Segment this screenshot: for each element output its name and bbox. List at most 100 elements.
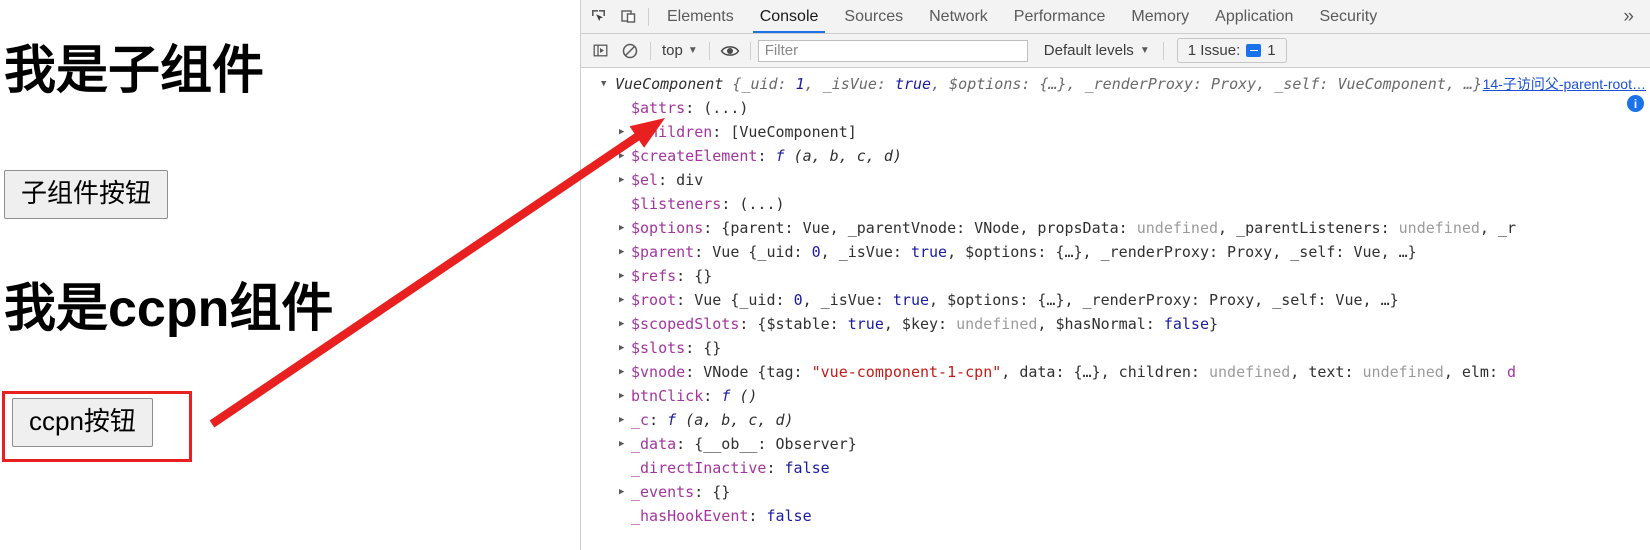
console-property-line[interactable]: ▶ _c: f (a, b, c, d) xyxy=(581,408,1650,432)
disclosure-triangle-icon[interactable]: ▶ xyxy=(619,264,624,288)
console-property-line[interactable]: ▶ $vnode: VNode {tag: "vue-component-1-cp… xyxy=(581,360,1650,384)
console-token: _directInactive xyxy=(631,459,767,477)
console-object-tree: ▼ VueComponent {_uid: 1, _isVue: true, $o… xyxy=(581,72,1650,528)
disclosure-triangle-icon[interactable]: ▼ xyxy=(601,72,606,96)
console-line-text: $slots: {} xyxy=(631,339,721,357)
disclosure-triangle-icon[interactable]: ▶ xyxy=(619,384,624,408)
console-property-line[interactable]: ▶ $options: {parent: Vue, _parentVnode: V… xyxy=(581,216,1650,240)
console-token: : xyxy=(757,147,776,165)
more-tabs-icon[interactable]: » xyxy=(1615,0,1648,33)
console-property-line[interactable]: ▶ $createElement: f (a, b, c, d) xyxy=(581,144,1650,168)
devtools-panel: Elements Console Sources Network Perform… xyxy=(580,0,1650,550)
inspect-element-icon[interactable] xyxy=(583,3,613,31)
console-line-text: $parent: Vue {_uid: 0, _isVue: true, $op… xyxy=(631,243,1417,261)
console-token: true xyxy=(910,243,948,261)
device-toolbar-icon[interactable] xyxy=(613,3,643,31)
ccpn-component-button[interactable]: ccpn按钮 xyxy=(12,398,153,447)
console-property-line[interactable]: ▶ $children: [VueComponent] xyxy=(581,120,1650,144)
disclosure-triangle-icon[interactable]: ▶ xyxy=(619,432,624,456)
console-token: } xyxy=(1209,315,1219,333)
tab-performance[interactable]: Performance xyxy=(1001,0,1119,33)
console-token: : VNode {tag: xyxy=(685,363,812,381)
console-output[interactable]: 14-子访问父-parent-root… i ▼ VueComponent {_u… xyxy=(581,68,1650,550)
console-property-line[interactable]: ▶ $parent: Vue {_uid: 0, _isVue: true, $o… xyxy=(581,240,1650,264)
console-line-text: _data: {__ob__: Observer} xyxy=(631,435,857,453)
console-token: , _isVue: xyxy=(820,243,911,261)
console-property-line[interactable]: ▶ $refs: {} xyxy=(581,264,1650,288)
console-token: , text: xyxy=(1290,363,1363,381)
console-line-text: $children: [VueComponent] xyxy=(631,123,857,141)
console-line-text: _c: f (a, b, c, d) xyxy=(631,411,794,429)
console-token: , _isVue: xyxy=(802,291,893,309)
console-token: $vnode xyxy=(631,363,686,381)
chevron-down-icon: ▼ xyxy=(687,44,698,56)
disclosure-triangle-icon[interactable]: ▶ xyxy=(619,144,624,168)
console-line-text: $root: Vue {_uid: 0, _isVue: true, $opti… xyxy=(631,291,1399,309)
tab-network[interactable]: Network xyxy=(916,0,1001,33)
console-filter-input[interactable] xyxy=(757,39,1028,62)
console-property-line[interactable]: ▶ $scopedSlots: {$stable: true, $key: und… xyxy=(581,312,1650,336)
console-token: : (...) xyxy=(685,99,749,117)
page-title-child-component: 我是子组件 xyxy=(4,42,265,100)
tab-console[interactable]: Console xyxy=(747,0,832,33)
chevron-down-icon: ▼ xyxy=(1139,44,1150,56)
live-expression-eye-icon[interactable] xyxy=(715,37,745,65)
execution-context-selector[interactable]: top ▼ xyxy=(656,39,704,63)
disclosure-triangle-icon[interactable]: ▶ xyxy=(619,168,624,192)
disclosure-triangle-icon[interactable]: ▶ xyxy=(619,312,624,336)
console-token: $refs xyxy=(631,267,677,285)
devtools-tabbar: Elements Console Sources Network Perform… xyxy=(581,0,1650,34)
tab-sources[interactable]: Sources xyxy=(831,0,916,33)
disclosure-triangle-icon[interactable]: ▶ xyxy=(619,288,624,312)
disclosure-triangle-icon[interactable]: ▶ xyxy=(619,336,624,360)
disclosure-triangle-icon[interactable]: ▶ xyxy=(619,216,624,240)
toolbar-divider xyxy=(708,41,710,60)
console-sidebar-icon[interactable] xyxy=(585,37,615,65)
tab-elements[interactable]: Elements xyxy=(654,0,747,33)
disclosure-triangle-icon[interactable]: ▶ xyxy=(619,120,624,144)
issues-count: 1 xyxy=(1267,42,1276,59)
console-property-line[interactable]: ▶ $slots: {} xyxy=(581,336,1650,360)
disclosure-triangle-icon[interactable]: ▶ xyxy=(619,240,624,264)
console-token: : {} xyxy=(685,339,722,357)
toolbar-divider xyxy=(1162,41,1164,60)
tab-application[interactable]: Application xyxy=(1202,0,1306,33)
console-token: : xyxy=(649,411,668,429)
console-object-header[interactable]: ▼ VueComponent {_uid: 1, _isVue: true, $o… xyxy=(581,72,1650,96)
console-token: : xyxy=(703,387,722,405)
console-property-line[interactable]: ▶ _events: {} xyxy=(581,480,1650,504)
console-line-text: $options: {parent: Vue, _parentVnode: VN… xyxy=(631,219,1516,237)
tab-memory[interactable]: Memory xyxy=(1118,0,1202,33)
disclosure-triangle-icon[interactable]: ▶ xyxy=(619,408,624,432)
console-token: $slots xyxy=(631,339,686,357)
console-token: (a, b, c, d) xyxy=(676,411,794,429)
console-token: , data: {…}, children: xyxy=(1001,363,1209,381)
console-token: , _isVue: xyxy=(804,75,895,93)
console-token: , $options: {…}, _renderProxy: Proxy, _s… xyxy=(929,291,1399,309)
console-property-line[interactable]: _hasHookEvent: false xyxy=(581,504,1650,528)
console-line-text: $attrs: (...) xyxy=(631,99,748,117)
disclosure-triangle-icon[interactable]: ▶ xyxy=(619,480,624,504)
disclosure-triangle-icon[interactable]: ▶ xyxy=(619,360,624,384)
console-property-line[interactable]: _directInactive: false xyxy=(581,456,1650,480)
console-property-line[interactable]: ▶ _data: {__ob__: Observer} xyxy=(581,432,1650,456)
console-property-line[interactable]: $listeners: (...) xyxy=(581,192,1650,216)
console-line-text: $scopedSlots: {$stable: true, $key: unde… xyxy=(631,315,1218,333)
issues-button[interactable]: 1 Issue: 1 xyxy=(1176,38,1287,63)
tab-security[interactable]: Security xyxy=(1306,0,1390,33)
tab-label: Memory xyxy=(1131,7,1190,25)
console-token: undefined xyxy=(1398,219,1480,237)
console-property-line[interactable]: $attrs: (...) xyxy=(581,96,1650,120)
console-property-line[interactable]: ▶ $root: Vue {_uid: 0, _isVue: true, $opt… xyxy=(581,288,1650,312)
console-token: : Vue {_uid: xyxy=(694,243,812,261)
console-token: : {parent: Vue, _parentVnode: VNode, pro… xyxy=(703,219,1137,237)
rendered-page-pane: 我是子组件 子组件按钮 我是ccpn组件 ccpn按钮 xyxy=(0,0,580,550)
log-levels-selector[interactable]: Default levels ▼ xyxy=(1036,39,1158,63)
console-property-line[interactable]: ▶ btnClick: f () xyxy=(581,384,1650,408)
console-property-line[interactable]: ▶ $el: div xyxy=(581,168,1650,192)
console-token: : {} xyxy=(676,267,713,285)
console-token: , $options: {…}, _renderProxy: Proxy, _s… xyxy=(931,75,1482,93)
clear-console-icon[interactable] xyxy=(615,37,645,65)
console-token: , elm: xyxy=(1443,363,1508,381)
child-component-button[interactable]: 子组件按钮 xyxy=(4,170,169,219)
